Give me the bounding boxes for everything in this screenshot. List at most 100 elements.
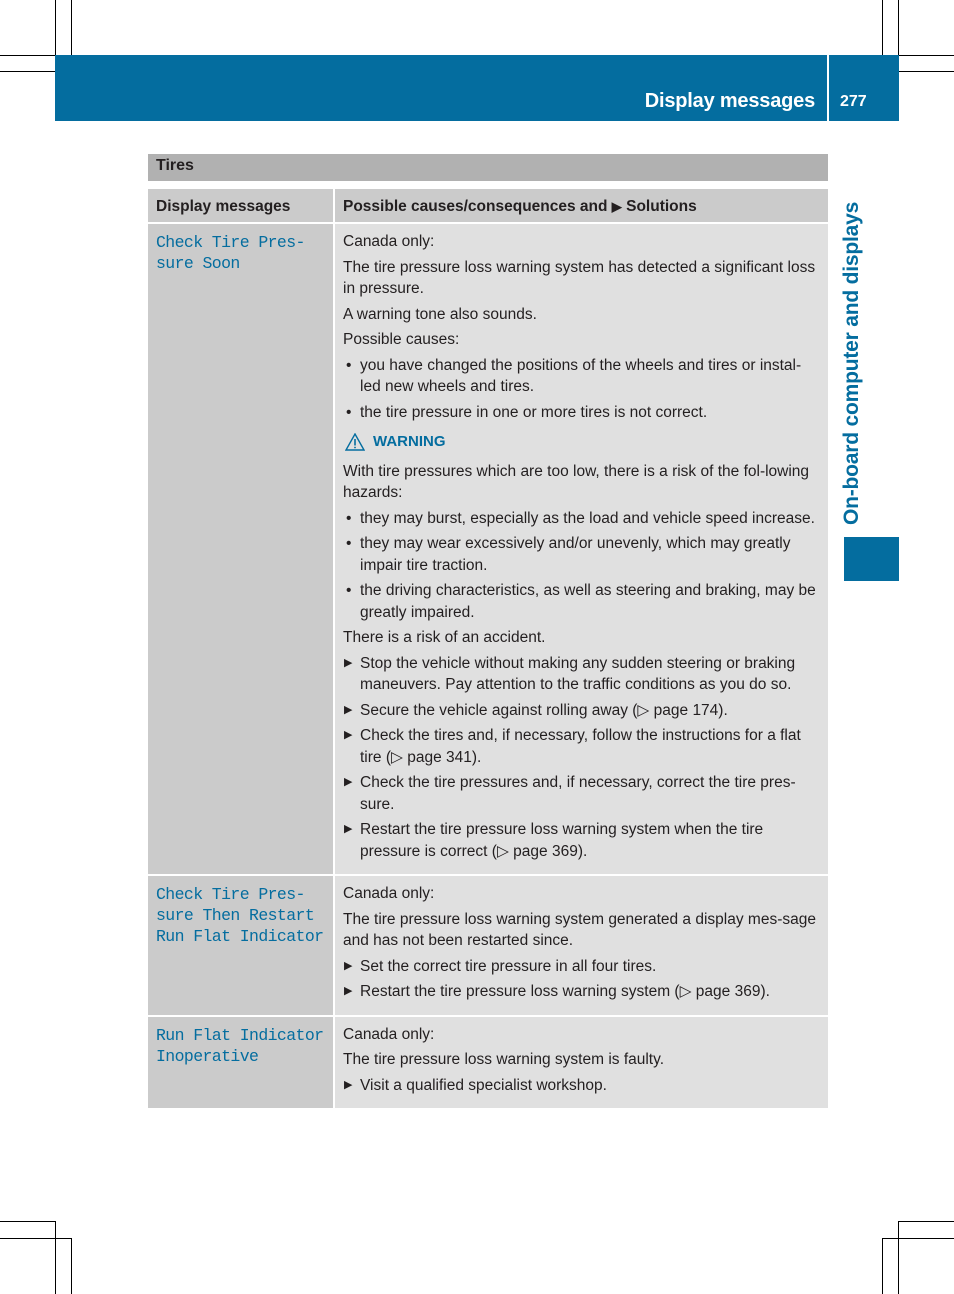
chapter-tab-label: On-board computer and displays [840,201,863,525]
list-item: • the tire pressure in one or more tires … [343,402,820,424]
actions-list: ▶ Stop the vehicle without making any sud… [343,653,820,863]
page-header: Display messages 277 [55,55,899,121]
causes-list: • you have changed the positions of the w… [343,355,820,424]
list-item-text: they may burst, especially as the load a… [360,509,815,527]
crop-mark [882,0,883,55]
intro-text: Possible causes: [343,331,460,348]
action-item: ▶ Set the correct tire pressure in all fo… [343,956,820,978]
bullet-icon: • [346,356,352,374]
action-item: ▶ Secure the vehicle against rolling away… [343,700,820,722]
column-header-causes-text: Possible causes/consequences and [343,198,608,215]
chapter-tab-marker [844,537,899,581]
display-message-text: Check Tire Pres- sure Soon [156,233,305,273]
crop-mark [55,1221,56,1294]
action-arrow-icon: ▶ [344,776,353,788]
causes-cell: Canada only: The tire pressure loss warn… [334,1015,828,1108]
bullet-icon: • [346,403,352,421]
action-arrow-icon: ▶ [344,703,353,716]
causes-cell: Canada only: The tire pressure loss warn… [334,223,828,875]
intro-text: Canada only: [343,1025,435,1043]
message-cell: Run Flat Indicator Inoperative [148,1015,335,1108]
action-text: Set the correct tire pressure in all fou… [360,957,657,975]
crop-mark [899,55,954,56]
column-header-solutions-text: Solutions [626,198,697,215]
crop-mark [899,1221,954,1222]
message-cell: Check Tire Pres- sure Then Restart Run F… [148,875,335,1016]
solution-arrow-icon: ▶ [611,199,622,214]
action-text: Stop the vehicle without making any sudd… [360,654,796,694]
risk-text: There is a risk of an accident. [343,629,546,646]
bullet-icon: • [346,582,352,599]
intro-text: The tire pressure loss warning system ha… [343,258,816,298]
crop-mark [55,0,56,55]
display-message-text: Run Flat Indicator Inoperative [156,1025,324,1066]
list-item: • they may burst, especially as the load … [343,508,820,530]
bullet-icon: • [346,535,352,552]
crop-mark [71,1238,72,1294]
action-text: Secure the vehicle against rolling away … [360,701,728,719]
warning-heading: WARNING [343,431,820,453]
section-title: Tires [156,157,194,174]
action-item: ▶ Check the tires and, if necessary, foll… [343,725,820,768]
actions-list: ▶ Visit a qualified specialist workshop. [343,1075,820,1097]
intro-text: Canada only: [343,233,435,250]
intro-text: The tire pressure loss warning system is… [343,1051,665,1068]
action-arrow-icon: ▶ [344,959,353,972]
list-item: • they may wear excessively and/or uneven… [343,533,820,576]
action-item: ▶ Check the tire pressures and, if necess… [343,772,820,815]
crop-mark [0,55,55,56]
crop-mark [882,1238,954,1239]
intro-text: A warning tone also sounds. [343,305,537,323]
crop-mark [882,1238,883,1294]
list-item: • the driving characteristics, as well as… [343,580,820,623]
action-item: ▶ Restart the tire pressure loss warning … [343,981,820,1003]
crop-mark [0,1238,71,1239]
table-header-row: Display messages Possible causes/consequ… [148,189,828,223]
list-item: • you have changed the positions of the w… [343,355,820,398]
bullet-icon: • [346,509,352,527]
action-arrow-icon: ▶ [344,823,353,835]
actions-list: ▶ Set the correct tire pressure in all fo… [343,956,820,1003]
section-heading: Tires [148,154,828,181]
action-arrow-icon: ▶ [344,985,353,997]
list-item-text: the tire pressure in one or more tires i… [360,403,708,421]
message-cell: Check Tire Pres- sure Soon [148,223,335,875]
action-arrow-icon: ▶ [344,656,353,669]
crop-mark [898,1221,899,1294]
list-item-text: the driving characteristics, as well as … [360,582,816,621]
table-row: Check Tire Pres- sure Soon Canada only: … [148,223,828,875]
intro-text: The tire pressure loss warning system ge… [343,910,816,950]
action-text: Restart the tire pressure loss warning s… [360,821,764,860]
crop-mark [0,1221,55,1222]
warning-label: WARNING [373,433,446,450]
action-text: Visit a qualified specialist workshop. [360,1076,607,1094]
header-section-title: Display messages [644,90,815,112]
action-item: ▶ Visit a qualified specialist workshop. [343,1075,820,1097]
page-number: 277 [840,93,867,110]
causes-cell: Canada only: The tire pressure loss warn… [334,875,828,1016]
table-row: Check Tire Pres- sure Then Restart Run F… [148,875,828,1016]
action-arrow-icon: ▶ [344,729,353,741]
table-row: Run Flat Indicator Inoperative Canada on… [148,1015,828,1108]
header-divider [827,55,829,121]
action-arrow-icon: ▶ [344,1078,353,1091]
action-item: ▶ Restart the tire pressure loss warning … [343,819,820,862]
warning-triangle-icon [345,432,365,451]
action-text: Check the tires and, if necessary, follo… [360,727,801,766]
intro-text: Canada only: [343,885,435,902]
action-item: ▶ Stop the vehicle without making any sud… [343,653,820,696]
display-messages-table: Display messages Possible causes/consequ… [148,189,828,1108]
crop-mark [71,0,72,55]
list-item-text: they may wear excessively and/or unevenl… [360,535,791,574]
list-item-text: you have changed the positions of the wh… [360,356,802,396]
crop-mark [898,0,899,55]
crop-mark [899,71,954,72]
column-header-causes: Possible causes/consequences and ▶ Solut… [334,189,828,223]
action-text: Restart the tire pressure loss warning s… [360,983,770,1000]
column-header-messages: Display messages [148,189,335,223]
crop-mark [0,71,55,72]
hazards-list: • they may burst, especially as the load … [343,508,820,624]
display-message-text: Check Tire Pres- sure Then Restart Run F… [156,885,324,946]
action-text: Check the tire pressures and, if necessa… [360,774,796,813]
warning-text: With tire pressures which are too low, t… [343,462,810,502]
